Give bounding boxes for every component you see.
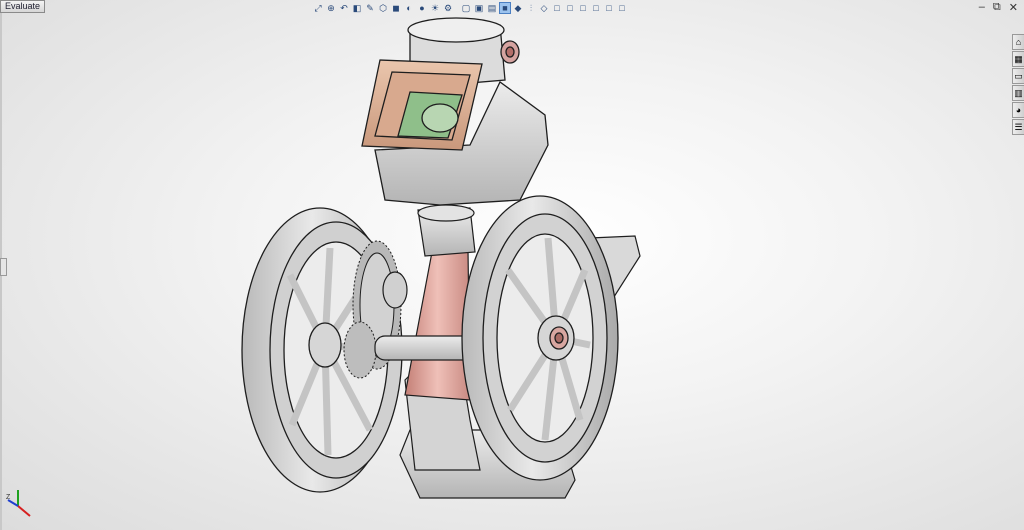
back-view-icon[interactable]: □ xyxy=(603,2,615,14)
reference-triad: Z xyxy=(6,490,31,517)
zoom-area-icon[interactable]: ⊕ xyxy=(325,2,337,14)
dynamic-annotation-icon[interactable]: ✎ xyxy=(364,2,376,14)
water-hopper xyxy=(361,59,483,151)
view-palette-icon[interactable]: ▥ xyxy=(1012,85,1024,101)
hidden-lines-removed-icon[interactable]: ▤ xyxy=(486,2,498,14)
window-controls: – ⧉ ✕ xyxy=(979,1,1018,14)
restore-button[interactable]: ⧉ xyxy=(993,1,1001,14)
right-flywheel xyxy=(461,195,619,481)
splitter-grip-handle[interactable] xyxy=(0,258,7,276)
section-view-icon[interactable]: ◧ xyxy=(351,2,363,14)
bottom-view-icon[interactable]: □ xyxy=(616,2,628,14)
view-orientation-icon[interactable]: ⬡ xyxy=(377,2,389,14)
hidden-lines-visible-icon[interactable]: ▣ xyxy=(473,2,485,14)
resources-icon[interactable]: ⌂ xyxy=(1012,34,1024,50)
right-view-icon[interactable]: □ xyxy=(577,2,589,14)
appearances-icon[interactable]: ◕ xyxy=(1012,102,1024,118)
previous-view-icon[interactable]: ↶ xyxy=(338,2,350,14)
top-view-icon[interactable]: □ xyxy=(564,2,576,14)
left-view-icon[interactable]: □ xyxy=(590,2,602,14)
hide-show-icon[interactable]: ◐ xyxy=(403,2,415,14)
heads-up-view-toolbar: ⤢ ⊕ ↶ ◧ ✎ ⬡ ◼ ◐ ● ☀ ⚙ ▢ ▣ ▤ ■ ◆ ⫶ ◇ □ □ □ □ □ □ xyxy=(312,1,628,15)
design-library-icon[interactable]: ▦ xyxy=(1012,51,1024,67)
view-settings-icon[interactable]: ⚙ xyxy=(442,2,454,14)
task-pane-tabs: ⌂ ▦ ▭ ▥ ◕ ☰ xyxy=(1012,34,1024,135)
display-style-icon[interactable]: ◼ xyxy=(390,2,402,14)
custom-properties-icon[interactable]: ☰ xyxy=(1012,119,1024,135)
apply-scene-icon[interactable]: ☀ xyxy=(429,2,441,14)
tab-evaluate[interactable]: Evaluate xyxy=(0,0,46,13)
minimize-button[interactable]: – xyxy=(979,1,985,14)
isometric-icon[interactable]: ◇ xyxy=(538,2,550,14)
close-button[interactable]: ✕ xyxy=(1009,1,1018,14)
z-axis-label: Z xyxy=(6,494,11,501)
x-axis-arrow xyxy=(17,505,31,517)
zoom-to-fit-icon[interactable]: ⤢ xyxy=(312,2,324,14)
shaded-with-edges-icon[interactable]: ■ xyxy=(499,2,511,14)
file-explorer-icon[interactable]: ▭ xyxy=(1012,68,1024,84)
section-icon[interactable]: ⫶ xyxy=(525,2,537,14)
shaded-icon[interactable]: ◆ xyxy=(512,2,524,14)
wireframe-icon[interactable]: ▢ xyxy=(460,2,472,14)
model-graphics-area[interactable] xyxy=(0,0,1024,530)
edit-appearance-icon[interactable]: ● xyxy=(416,2,428,14)
front-view-icon[interactable]: □ xyxy=(551,2,563,14)
